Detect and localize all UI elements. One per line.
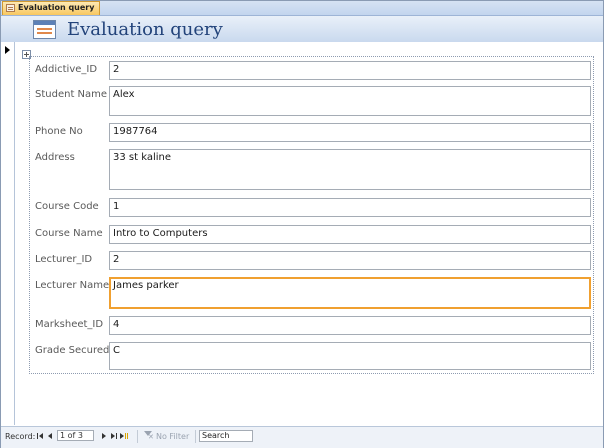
no-filter-button[interactable]: No Filter xyxy=(156,432,189,441)
tab-evaluation-query[interactable]: Evaluation query xyxy=(2,1,100,15)
form-icon xyxy=(6,4,15,12)
label-student-name: Student Name xyxy=(35,89,108,100)
marksheet-id-field[interactable]: 4 xyxy=(109,316,591,335)
lecturer-id-field[interactable]: 2 xyxy=(109,251,591,270)
label-marksheet-id: Marksheet_ID xyxy=(35,319,104,330)
label-course-code: Course Code xyxy=(35,201,99,212)
next-record-icon xyxy=(102,433,106,439)
search-input[interactable]: Search xyxy=(199,430,253,442)
new-record-icon xyxy=(120,433,124,439)
label-course-name: Course Name xyxy=(35,228,103,239)
record-label: Record: xyxy=(5,432,36,441)
record-selector[interactable] xyxy=(1,42,15,425)
form-header: Evaluation query xyxy=(1,16,603,42)
course-name-field[interactable]: Intro to Computers xyxy=(109,225,591,244)
addictive-id-field[interactable]: 2 xyxy=(109,61,591,80)
nav-divider xyxy=(195,430,196,443)
nav-divider xyxy=(137,430,138,443)
first-record-button[interactable] xyxy=(37,432,46,441)
student-name-field[interactable]: Alex xyxy=(109,86,591,116)
current-record-arrow-icon xyxy=(5,46,10,54)
address-field[interactable]: 33 st kaline xyxy=(109,149,591,190)
record-navigation-bar: Record: 1 of 3 ✕ No Filter Search xyxy=(1,426,603,448)
label-addictive-id: Addictive_ID xyxy=(35,64,98,75)
document-tab-strip: Evaluation query xyxy=(1,1,603,16)
next-record-button[interactable] xyxy=(100,432,109,441)
form-window: Evaluation query Evaluation query Addict… xyxy=(0,0,604,448)
previous-record-button[interactable] xyxy=(47,432,56,441)
first-record-icon xyxy=(37,433,38,439)
page-title: Evaluation query xyxy=(67,19,223,40)
grade-secured-field[interactable]: C xyxy=(109,342,591,370)
current-record-field[interactable]: 1 of 3 xyxy=(57,430,94,441)
label-grade-secured: Grade Secured xyxy=(35,345,110,356)
no-filter-icon: ✕ xyxy=(144,431,154,441)
label-lecturer-id: Lecturer_ID xyxy=(35,254,93,265)
last-record-button[interactable] xyxy=(110,432,119,441)
new-record-button[interactable] xyxy=(120,432,129,441)
label-address: Address xyxy=(35,152,75,163)
label-lecturer-name: Lecturer Name xyxy=(35,280,110,291)
phone-no-field[interactable]: 1987764 xyxy=(109,123,591,142)
previous-record-icon xyxy=(48,433,52,439)
course-code-field[interactable]: 1 xyxy=(109,198,591,217)
last-record-icon xyxy=(111,433,115,439)
form-header-icon xyxy=(33,20,56,39)
tab-label: Evaluation query xyxy=(18,3,95,12)
lecturer-name-field[interactable]: James parker xyxy=(109,277,591,309)
label-phone-no: Phone No xyxy=(35,126,83,137)
